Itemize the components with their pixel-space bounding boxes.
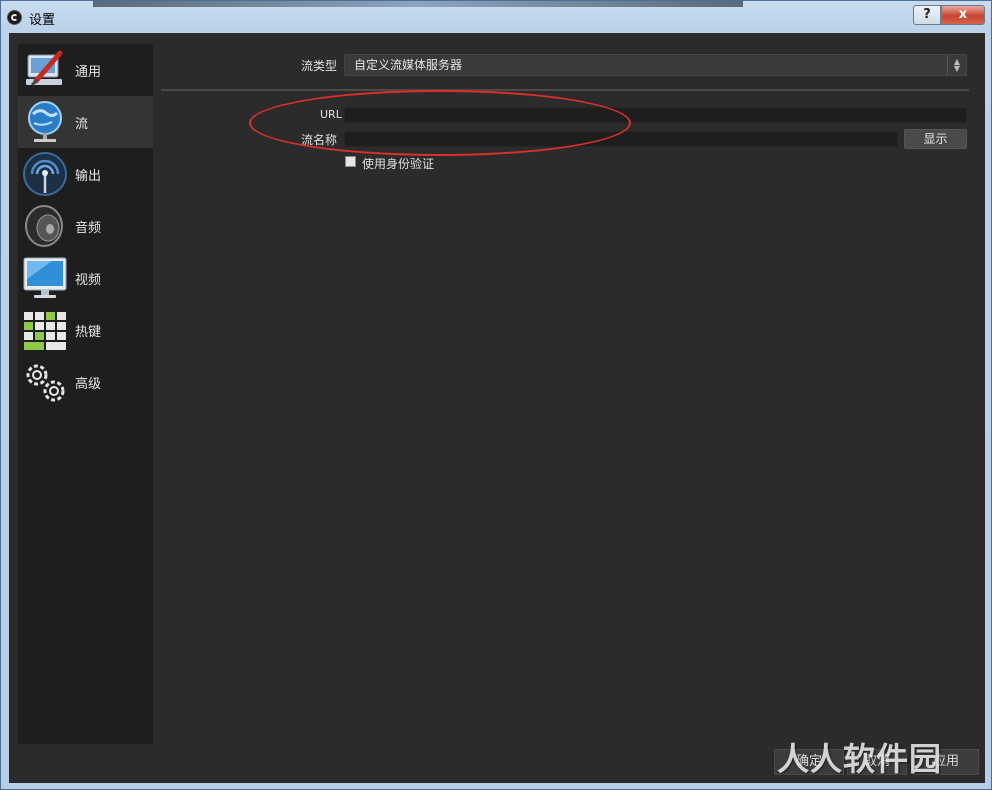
audio-speaker-icon [25, 205, 63, 247]
title-bar-background-strip [93, 1, 743, 7]
settings-client-area: 通用 流 输出 音频 视频 热键 高级 流类型 自定义流媒体服务器 ▲ ▼ UR… [9, 33, 985, 783]
updown-arrow-icon: ▲ ▼ [947, 55, 966, 75]
window-title: 设置 [29, 13, 56, 28]
sidebar-item-video[interactable]: 视频 [18, 252, 153, 304]
sidebar-item-label: 流 [75, 116, 89, 132]
apply-button[interactable]: 应用 [913, 749, 979, 775]
general-settings-icon [26, 50, 63, 87]
stream-type-label: 流类型 [301, 59, 338, 73]
help-button[interactable]: ? [913, 5, 941, 25]
url-input[interactable] [344, 107, 967, 123]
stream-type-select[interactable]: 自定义流媒体服务器 ▲ ▼ [344, 54, 967, 76]
advanced-gears-icon [26, 364, 65, 402]
settings-window: 设置 ? x 通用 流 输出 音频 视频 热键 高级 流类型 自定义流媒体服务器… [0, 0, 992, 790]
close-button[interactable]: x [941, 5, 985, 25]
stream-key-input[interactable] [344, 131, 898, 147]
stream-key-label: 流名称 [301, 133, 338, 147]
video-monitor-icon [23, 257, 67, 298]
output-antenna-icon [23, 152, 67, 196]
url-label: URL [320, 108, 342, 121]
sidebar-item-label: 热键 [75, 324, 102, 340]
stream-type-value: 自定义流媒体服务器 [354, 58, 463, 72]
obs-app-icon [7, 10, 22, 25]
cancel-button[interactable]: 取消 [847, 749, 907, 775]
sidebar-item-label: 高级 [75, 376, 102, 392]
stream-settings-panel: 流类型 自定义流媒体服务器 ▲ ▼ URL 流名称 显示 使用身份验证 [161, 33, 979, 753]
section-divider [161, 89, 969, 91]
title-bar[interactable]: 设置 ? x [1, 1, 991, 33]
sidebar-item-output[interactable]: 输出 [18, 148, 153, 200]
show-key-button[interactable]: 显示 [904, 129, 967, 149]
sidebar-item-label: 输出 [75, 168, 102, 184]
stream-globe-icon [28, 101, 62, 142]
sidebar-item-label: 视频 [75, 272, 102, 288]
ok-button[interactable]: 确定 [774, 749, 844, 775]
use-auth-label: 使用身份验证 [362, 157, 435, 171]
use-auth-checkbox[interactable] [345, 156, 356, 167]
sidebar-item-advanced[interactable]: 高级 [18, 356, 153, 408]
sidebar-item-audio[interactable]: 音频 [18, 200, 153, 252]
sidebar-item-hotkeys[interactable]: 热键 [18, 304, 153, 356]
sidebar-item-stream[interactable]: 流 [18, 96, 153, 148]
sidebar-item-label: 通用 [75, 64, 102, 80]
settings-sidebar: 通用 流 输出 音频 视频 热键 高级 [18, 44, 153, 744]
sidebar-item-general[interactable]: 通用 [18, 44, 153, 96]
sidebar-item-label: 音频 [75, 220, 102, 236]
hotkeys-keyboard-icon [24, 312, 66, 350]
